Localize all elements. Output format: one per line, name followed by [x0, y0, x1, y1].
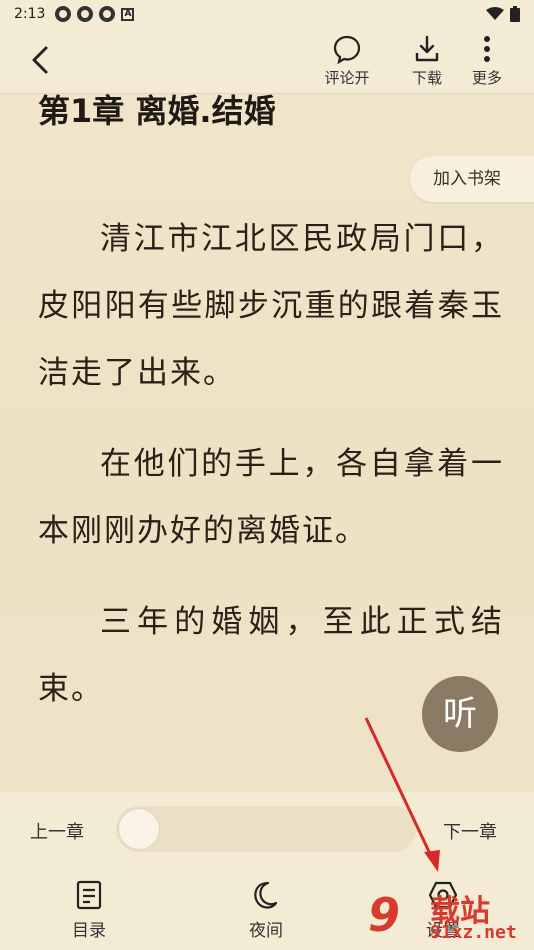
wifi-icon: [486, 7, 504, 20]
prev-chapter-button[interactable]: 上一章: [30, 818, 84, 844]
reader-toolbar-overlay: 评论开 下载 更多: [0, 28, 534, 94]
app-icon: [55, 6, 72, 22]
next-chapter-button[interactable]: 下一章: [443, 818, 497, 844]
catalog-button[interactable]: 目录: [54, 880, 124, 941]
comment-icon: [333, 35, 361, 64]
more-vertical-icon: [484, 36, 490, 62]
watermark-url: 91xz.net: [430, 922, 517, 943]
night-mode-label: 夜间: [249, 921, 283, 941]
chevron-left-icon: [32, 46, 48, 74]
app-icon: [99, 6, 116, 22]
app-icon: [77, 6, 94, 22]
status-time: 2:13: [14, 6, 46, 22]
night-mode-button[interactable]: 夜间: [231, 880, 301, 941]
download-label: 下载: [411, 69, 442, 87]
download-icon: [415, 35, 439, 62]
catalog-label: 目录: [72, 921, 106, 941]
battery-icon: [510, 6, 520, 22]
site-watermark: 9 载站 91xz.net: [368, 880, 534, 950]
a-badge-icon: A: [121, 7, 135, 21]
watermark-logo: 9: [368, 888, 401, 942]
paragraph: 在他们的手上，各自拿着一本刚刚办好的离婚证。: [38, 446, 504, 549]
comment-toggle-button[interactable]: 评论开: [315, 34, 379, 88]
status-notification-icons: A: [55, 6, 135, 22]
paragraph: 清江市江北区民政局门口，皮阳阳有些脚步沉重的跟着秦玉洁走了出来。: [38, 221, 504, 391]
more-button[interactable]: 更多: [455, 34, 519, 88]
chapter-progress-thumb[interactable]: [118, 808, 160, 850]
status-system-icons: [486, 6, 520, 22]
download-button[interactable]: 下载: [395, 34, 459, 88]
chapter-content: 清江市江北区民政局门口，皮阳阳有些脚步沉重的跟着秦玉洁走了出来。 在他们的手上，…: [38, 206, 504, 747]
add-to-shelf-button[interactable]: 加入书架: [410, 156, 534, 202]
chapter-progress-slider[interactable]: [116, 806, 416, 852]
comment-toggle-label: 评论开: [324, 69, 370, 87]
more-label: 更多: [471, 69, 502, 87]
moon-icon: [254, 881, 278, 909]
listen-button[interactable]: 听: [422, 676, 498, 752]
status-bar: 2:13 A: [0, 0, 534, 28]
catalog-icon: [76, 880, 102, 910]
back-button[interactable]: [22, 42, 58, 78]
